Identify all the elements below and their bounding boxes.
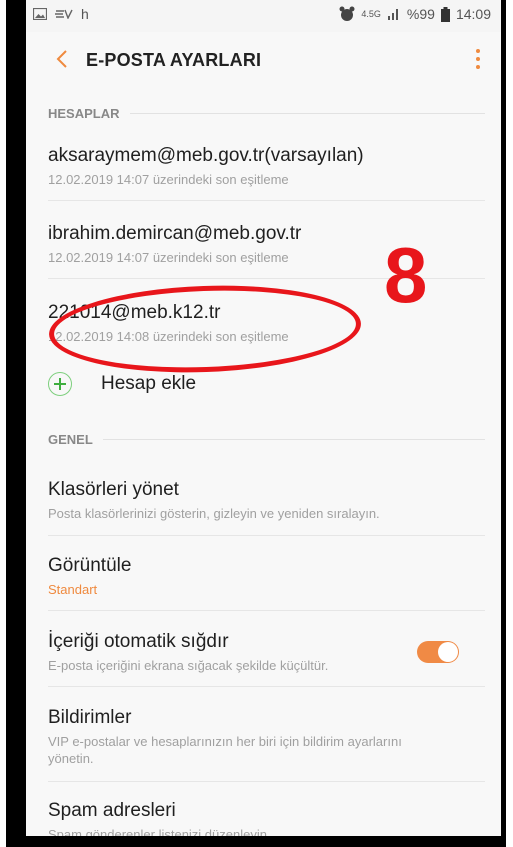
add-icon: [48, 372, 72, 396]
image-icon: [33, 8, 47, 20]
setting-title: Görüntüle: [48, 555, 132, 576]
alarm-icon: [339, 6, 355, 21]
auto-fit-toggle[interactable]: [417, 641, 459, 663]
display-item[interactable]: Görüntüle Standart: [48, 555, 485, 598]
annotation-number: 8: [384, 231, 428, 319]
setting-title: Klasörleri yönet: [48, 479, 179, 500]
setting-title: Bildirimler: [48, 707, 132, 728]
battery-icon: [440, 6, 450, 22]
section-divider: [129, 113, 485, 114]
signal-icon: [387, 9, 398, 20]
status-time: 14:09: [455, 6, 491, 22]
notifications-item[interactable]: Bildirimler VIP e-postalar ve hesapların…: [48, 707, 485, 767]
section-divider: [102, 439, 485, 440]
divider: [48, 781, 485, 782]
page-title: E-POSTA AYARLARI: [86, 50, 262, 70]
add-account-label: Hesap ekle: [101, 373, 197, 394]
status-left-text: h: [81, 6, 89, 22]
section-label-accounts: HESAPLAR: [48, 106, 120, 121]
setting-description: Posta klasörlerinizi gösterin, gizleyin …: [48, 506, 380, 521]
setting-value: Standart: [48, 582, 98, 597]
phone-frame: h 4.5G %99 14:09 E-POSTA AYARLARI HESAPL…: [6, 0, 506, 847]
network-type: 4.5G: [361, 9, 381, 19]
divider: [48, 610, 485, 611]
battery-percent: %99: [406, 6, 435, 22]
toggle-knob: [438, 642, 458, 662]
account-email: aksaraymem@meb.gov.tr(varsayılan): [48, 145, 364, 166]
setting-description: E-posta içeriğini ekrana sığacak şekilde…: [48, 658, 329, 673]
status-right: 4.5G %99 14:09: [339, 6, 491, 22]
ev-icon: [55, 9, 73, 19]
setting-description: Spam gönderenler listenizi düzenleyin.: [48, 827, 271, 836]
more-options-icon[interactable]: [473, 46, 483, 72]
auto-fit-content-item[interactable]: İçeriği otomatik sığdır E-posta içeriğin…: [48, 631, 485, 674]
add-account-button[interactable]: Hesap ekle: [48, 372, 485, 400]
section-header-general: GENEL: [48, 432, 485, 447]
status-left: h: [33, 6, 89, 22]
back-arrow-icon[interactable]: [52, 48, 74, 70]
manage-folders-item[interactable]: Klasörleri yönet Posta klasörlerinizi gö…: [48, 479, 485, 522]
app-bar: E-POSTA AYARLARI: [26, 32, 501, 88]
divider: [48, 200, 485, 201]
account-sync-time: 12.02.2019 14:07 üzerindeki son eşitleme: [48, 172, 289, 187]
spam-addresses-item[interactable]: Spam adresleri Spam gönderenler listeniz…: [48, 800, 485, 836]
annotation-ellipse: [47, 280, 363, 378]
setting-title: Spam adresleri: [48, 800, 176, 821]
divider: [48, 535, 485, 536]
divider: [48, 686, 485, 687]
section-label-general: GENEL: [48, 432, 93, 447]
section-header-accounts: HESAPLAR: [48, 106, 485, 121]
status-bar: h 4.5G %99 14:09: [26, 0, 501, 32]
account-item[interactable]: aksaraymem@meb.gov.tr(varsayılan) 12.02.…: [48, 145, 485, 188]
phone-screen: h 4.5G %99 14:09 E-POSTA AYARLARI HESAPL…: [26, 0, 501, 836]
setting-description: VIP e-postalar ve hesaplarınızın her bir…: [48, 734, 402, 766]
